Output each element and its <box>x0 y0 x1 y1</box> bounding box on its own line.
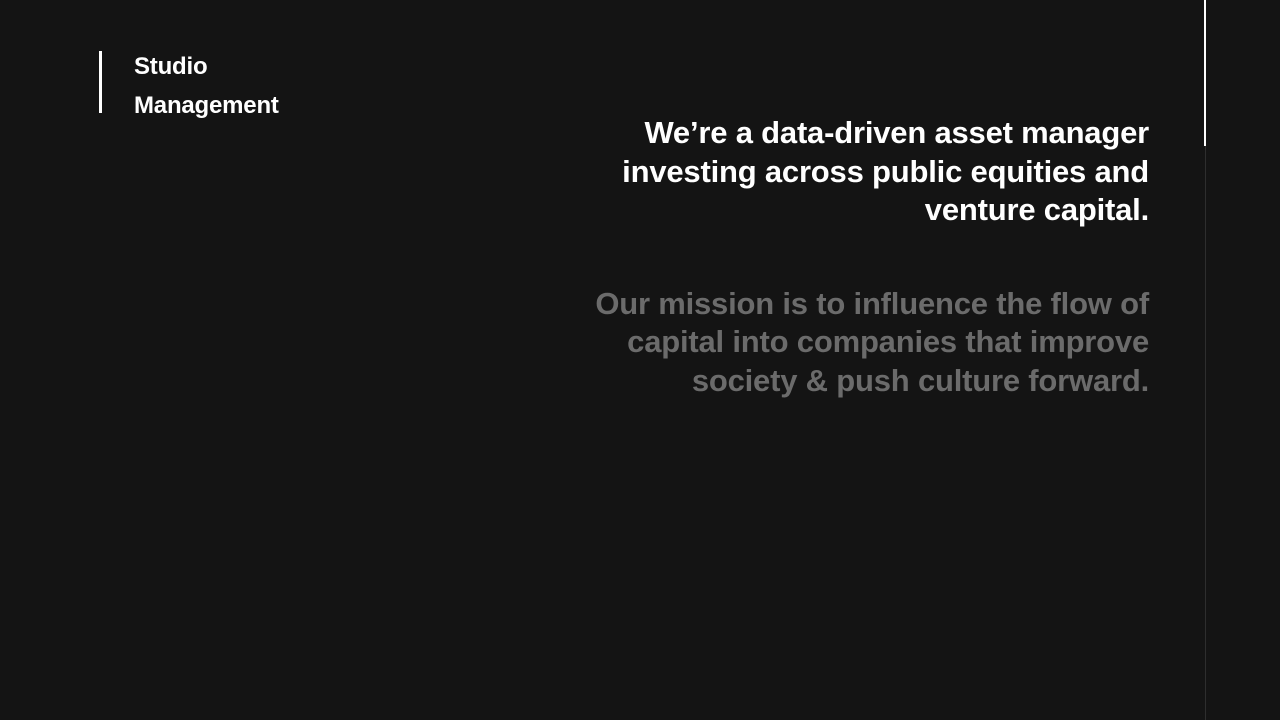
mission-line: society & push culture forward. <box>691 362 1149 398</box>
logo-line-management: Management <box>134 92 279 119</box>
scroll-thumb[interactable] <box>1204 0 1206 146</box>
headline-line: investing across public equities and <box>622 153 1149 189</box>
headline-line: venture capital. <box>924 192 1149 227</box>
hero-headline: We’re a data-driven asset manager invest… <box>549 114 1149 230</box>
headline-line: We’re a data-driven asset manager <box>644 115 1149 150</box>
logo-line-studio: Studio <box>134 53 208 80</box>
mission-statement: Our mission is to influence the flow of … <box>549 285 1149 401</box>
hero-content: We’re a data-driven asset manager invest… <box>549 114 1149 400</box>
logo-bar <box>99 51 102 113</box>
mission-line: Our mission is to influence the flow of <box>595 285 1149 321</box>
studio-management-logo[interactable]: Studio Management <box>99 51 339 119</box>
logo-wordmark: Studio Management <box>134 47 279 125</box>
mission-line: capital into companies that improve <box>627 324 1149 359</box>
